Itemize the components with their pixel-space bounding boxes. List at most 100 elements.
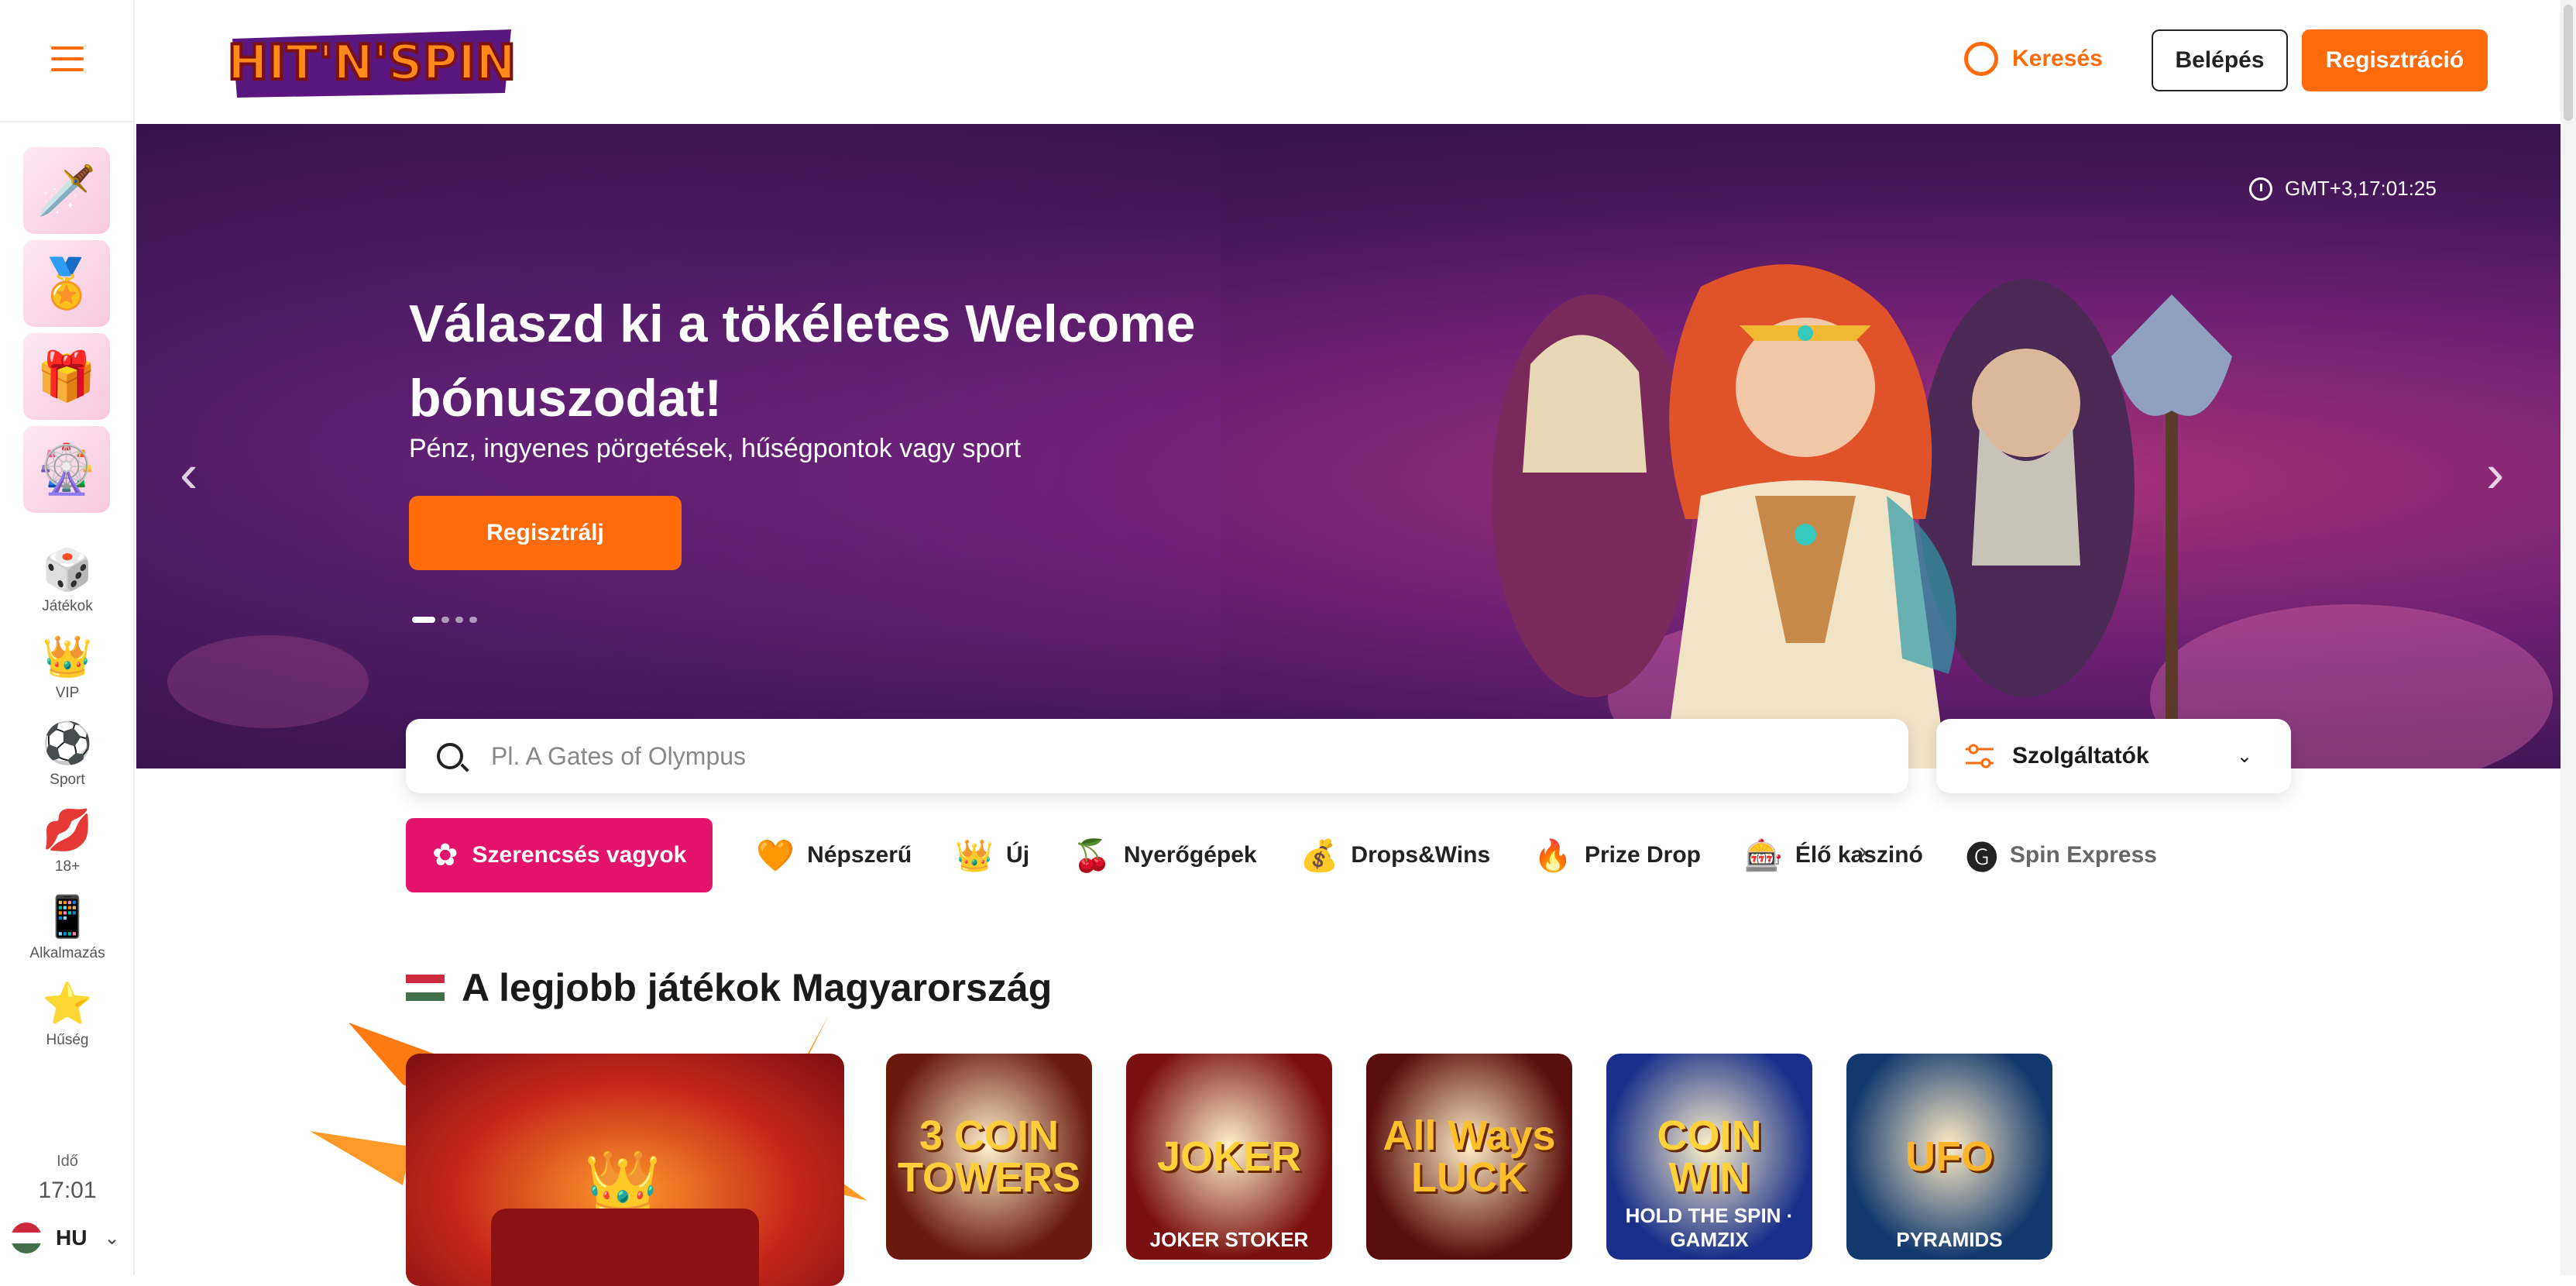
- hungary-flag-icon: [406, 975, 445, 1001]
- game-tile[interactable]: UFO PYRAMIDS: [1846, 1054, 2052, 1260]
- game-title: JOKER: [1156, 1133, 1302, 1180]
- filter-icon: [1966, 744, 1994, 769]
- category-tab[interactable]: 👑 Új: [955, 837, 1029, 874]
- language-code: HU: [56, 1226, 88, 1250]
- star-icon: ⭐: [42, 981, 93, 1026]
- carousel-dot[interactable]: [469, 617, 477, 623]
- dice-icon: 🎲: [42, 547, 93, 593]
- hero-subtitle: Pénz, ingyenes pörgetések, hűségpontok v…: [409, 434, 1022, 463]
- tab-label: Szerencsés vagyok: [472, 842, 687, 868]
- sidebar-item-label: Játékok: [42, 598, 93, 614]
- category-tab[interactable]: 🧡 Népszerű: [756, 837, 912, 874]
- category-tabs: ✿ Szerencsés vagyok 🧡 Népszerű 👑 Új 🍒 Nyerőgé…: [406, 818, 2280, 892]
- hitnspin-logo[interactable]: HIT'N'SPIN: [225, 22, 519, 106]
- section-title: A legjobb játékok Magyarország: [406, 965, 1052, 1010]
- clock-icon: [2249, 177, 2272, 201]
- sidebar-item[interactable]: 📱 Alkalmazás: [0, 891, 135, 962]
- category-label: Prize Drop: [1584, 842, 1701, 868]
- game-tile[interactable]: All Ways LUCK: [1366, 1054, 1572, 1260]
- carousel-dot[interactable]: [455, 617, 463, 623]
- login-button[interactable]: Belépés: [2152, 29, 2288, 91]
- game-title: COIN WIN: [1657, 1112, 1762, 1201]
- category-tab[interactable]: 🎰 Élő kaszinó: [1744, 837, 1923, 874]
- sword-promo-icon[interactable]: 🗡️: [23, 147, 110, 234]
- language-selector[interactable]: HU ⌄: [11, 1221, 127, 1255]
- sidebar-item-label: VIP: [55, 685, 80, 701]
- category-icon: 🍒: [1073, 838, 1111, 873]
- hungary-flag-icon: [11, 1222, 42, 1253]
- game-tile[interactable]: COIN WIN HOLD THE SPIN · GAMZIX: [1606, 1054, 1812, 1260]
- tab-lucky[interactable]: ✿ Szerencsés vagyok: [406, 818, 713, 892]
- scrollbar[interactable]: [2561, 0, 2576, 1275]
- category-icon: 🧡: [756, 838, 795, 873]
- carousel-dot[interactable]: [441, 617, 449, 623]
- category-icon: 🎰: [1744, 838, 1783, 873]
- clover-icon: ✿: [432, 838, 459, 872]
- category-tab[interactable]: 💰 Drops&Wins: [1300, 837, 1491, 874]
- sidebar: 🗡️ 🏅 🎁 🎡 🎲 Játékok 👑 VIP ⚽ Sport 💋 18+ 📱 Alkalmazás ⭐…: [0, 0, 135, 1275]
- sidebar-divider: [0, 121, 135, 122]
- category-label: Népszerű: [807, 842, 912, 868]
- game-subtitle: JOKER STOKER: [1149, 1228, 1309, 1251]
- game-tile[interactable]: JOKER JOKER STOKER: [1126, 1054, 1332, 1260]
- category-label: Drops&Wins: [1351, 842, 1491, 868]
- category-icon: 💰: [1300, 838, 1339, 873]
- search-icon: [1964, 42, 1998, 76]
- search-label: Keresés: [2012, 46, 2103, 71]
- time-value: 17:01: [38, 1178, 97, 1203]
- category-icon: 🅖: [1966, 841, 1997, 875]
- crown-icon: 👑: [42, 634, 93, 679]
- hero-warriors-illustration: [1391, 240, 2320, 769]
- game-tile[interactable]: 3 COIN TOWERS: [886, 1054, 1092, 1260]
- category-icon: 🔥: [1534, 838, 1572, 873]
- category-tab[interactable]: 🔥 Prize Drop: [1534, 837, 1701, 874]
- menu-icon[interactable]: [51, 46, 84, 73]
- carousel-dots: [412, 617, 477, 623]
- sidebar-item[interactable]: 🎲 Játékok: [0, 544, 135, 615]
- medal-promo-icon[interactable]: 🏅: [23, 240, 110, 327]
- search-button[interactable]: Keresés: [1964, 42, 2103, 76]
- search-icon: [437, 743, 463, 769]
- hero-register-button[interactable]: Regisztrálj: [409, 496, 682, 570]
- category-label: Nyerőgépek: [1123, 842, 1257, 868]
- sidebar-item[interactable]: 💋 18+: [0, 804, 135, 875]
- sidebar-item[interactable]: 👑 VIP: [0, 631, 135, 702]
- sidebar-item-label: Hűség: [46, 1032, 89, 1048]
- chevron-right-icon[interactable]: ›: [2486, 446, 2504, 500]
- game-title: All Ways LUCK: [1382, 1112, 1556, 1201]
- category-tab[interactable]: 🍒 Nyerőgépek: [1073, 837, 1257, 874]
- gift-promo-icon[interactable]: 🎁: [23, 333, 110, 420]
- game-search-bar: [406, 719, 1908, 793]
- sidebar-item[interactable]: ⚽ Sport: [0, 717, 135, 789]
- game-title: UFO: [1905, 1133, 1994, 1180]
- game-search-input[interactable]: [491, 741, 1808, 771]
- featured-game-card[interactable]: 👑: [406, 1054, 844, 1286]
- chevron-left-icon[interactable]: ‹: [180, 446, 197, 500]
- sidebar-item-label: 18+: [54, 858, 81, 875]
- top-header: HIT'N'SPIN Keresés Belépés Regisztráció: [136, 0, 2561, 124]
- sidebar-item-label: Alkalmazás: [29, 945, 105, 961]
- section-title-text: A legjobb játékok Magyarország: [462, 966, 1053, 1009]
- sidebar-item-label: Sport: [50, 772, 85, 788]
- wheel-promo-icon[interactable]: 🎡: [23, 426, 110, 513]
- category-tab[interactable]: 🅖 Spin Express: [1966, 833, 2157, 878]
- lips-icon: 💋: [42, 807, 93, 853]
- clock-text: GMT+3,17:01:25: [2285, 177, 2437, 200]
- sidebar-item[interactable]: ⭐ Hűség: [0, 978, 135, 1049]
- hero-banner: Válaszd ki a tökéletes Welcome bónuszoda…: [136, 124, 2561, 769]
- game-subtitle: HOLD THE SPIN · GAMZIX: [1625, 1204, 1794, 1251]
- game-subtitle: PYRAMIDS: [1896, 1228, 2003, 1251]
- providers-dropdown[interactable]: Szolgáltatók ⌄: [1936, 719, 2291, 793]
- hero-title: Válaszd ki a tökéletes Welcome bónuszoda…: [409, 294, 1196, 428]
- game-title: 3 COIN TOWERS: [897, 1112, 1080, 1201]
- cloud-decoration: [167, 635, 369, 728]
- register-button[interactable]: Regisztráció: [2302, 29, 2488, 91]
- chevron-down-icon: ⌄: [104, 1227, 120, 1249]
- chevron-down-icon: ⌄: [2236, 745, 2252, 767]
- logo-text: HIT'N'SPIN: [228, 34, 516, 91]
- ball-icon: ⚽: [42, 720, 93, 766]
- time-label: Idő: [57, 1153, 78, 1170]
- chevron-right-icon[interactable]: ›: [1859, 837, 1867, 865]
- server-clock: GMT+3,17:01:25: [2249, 177, 2437, 201]
- carousel-dot[interactable]: [412, 617, 435, 623]
